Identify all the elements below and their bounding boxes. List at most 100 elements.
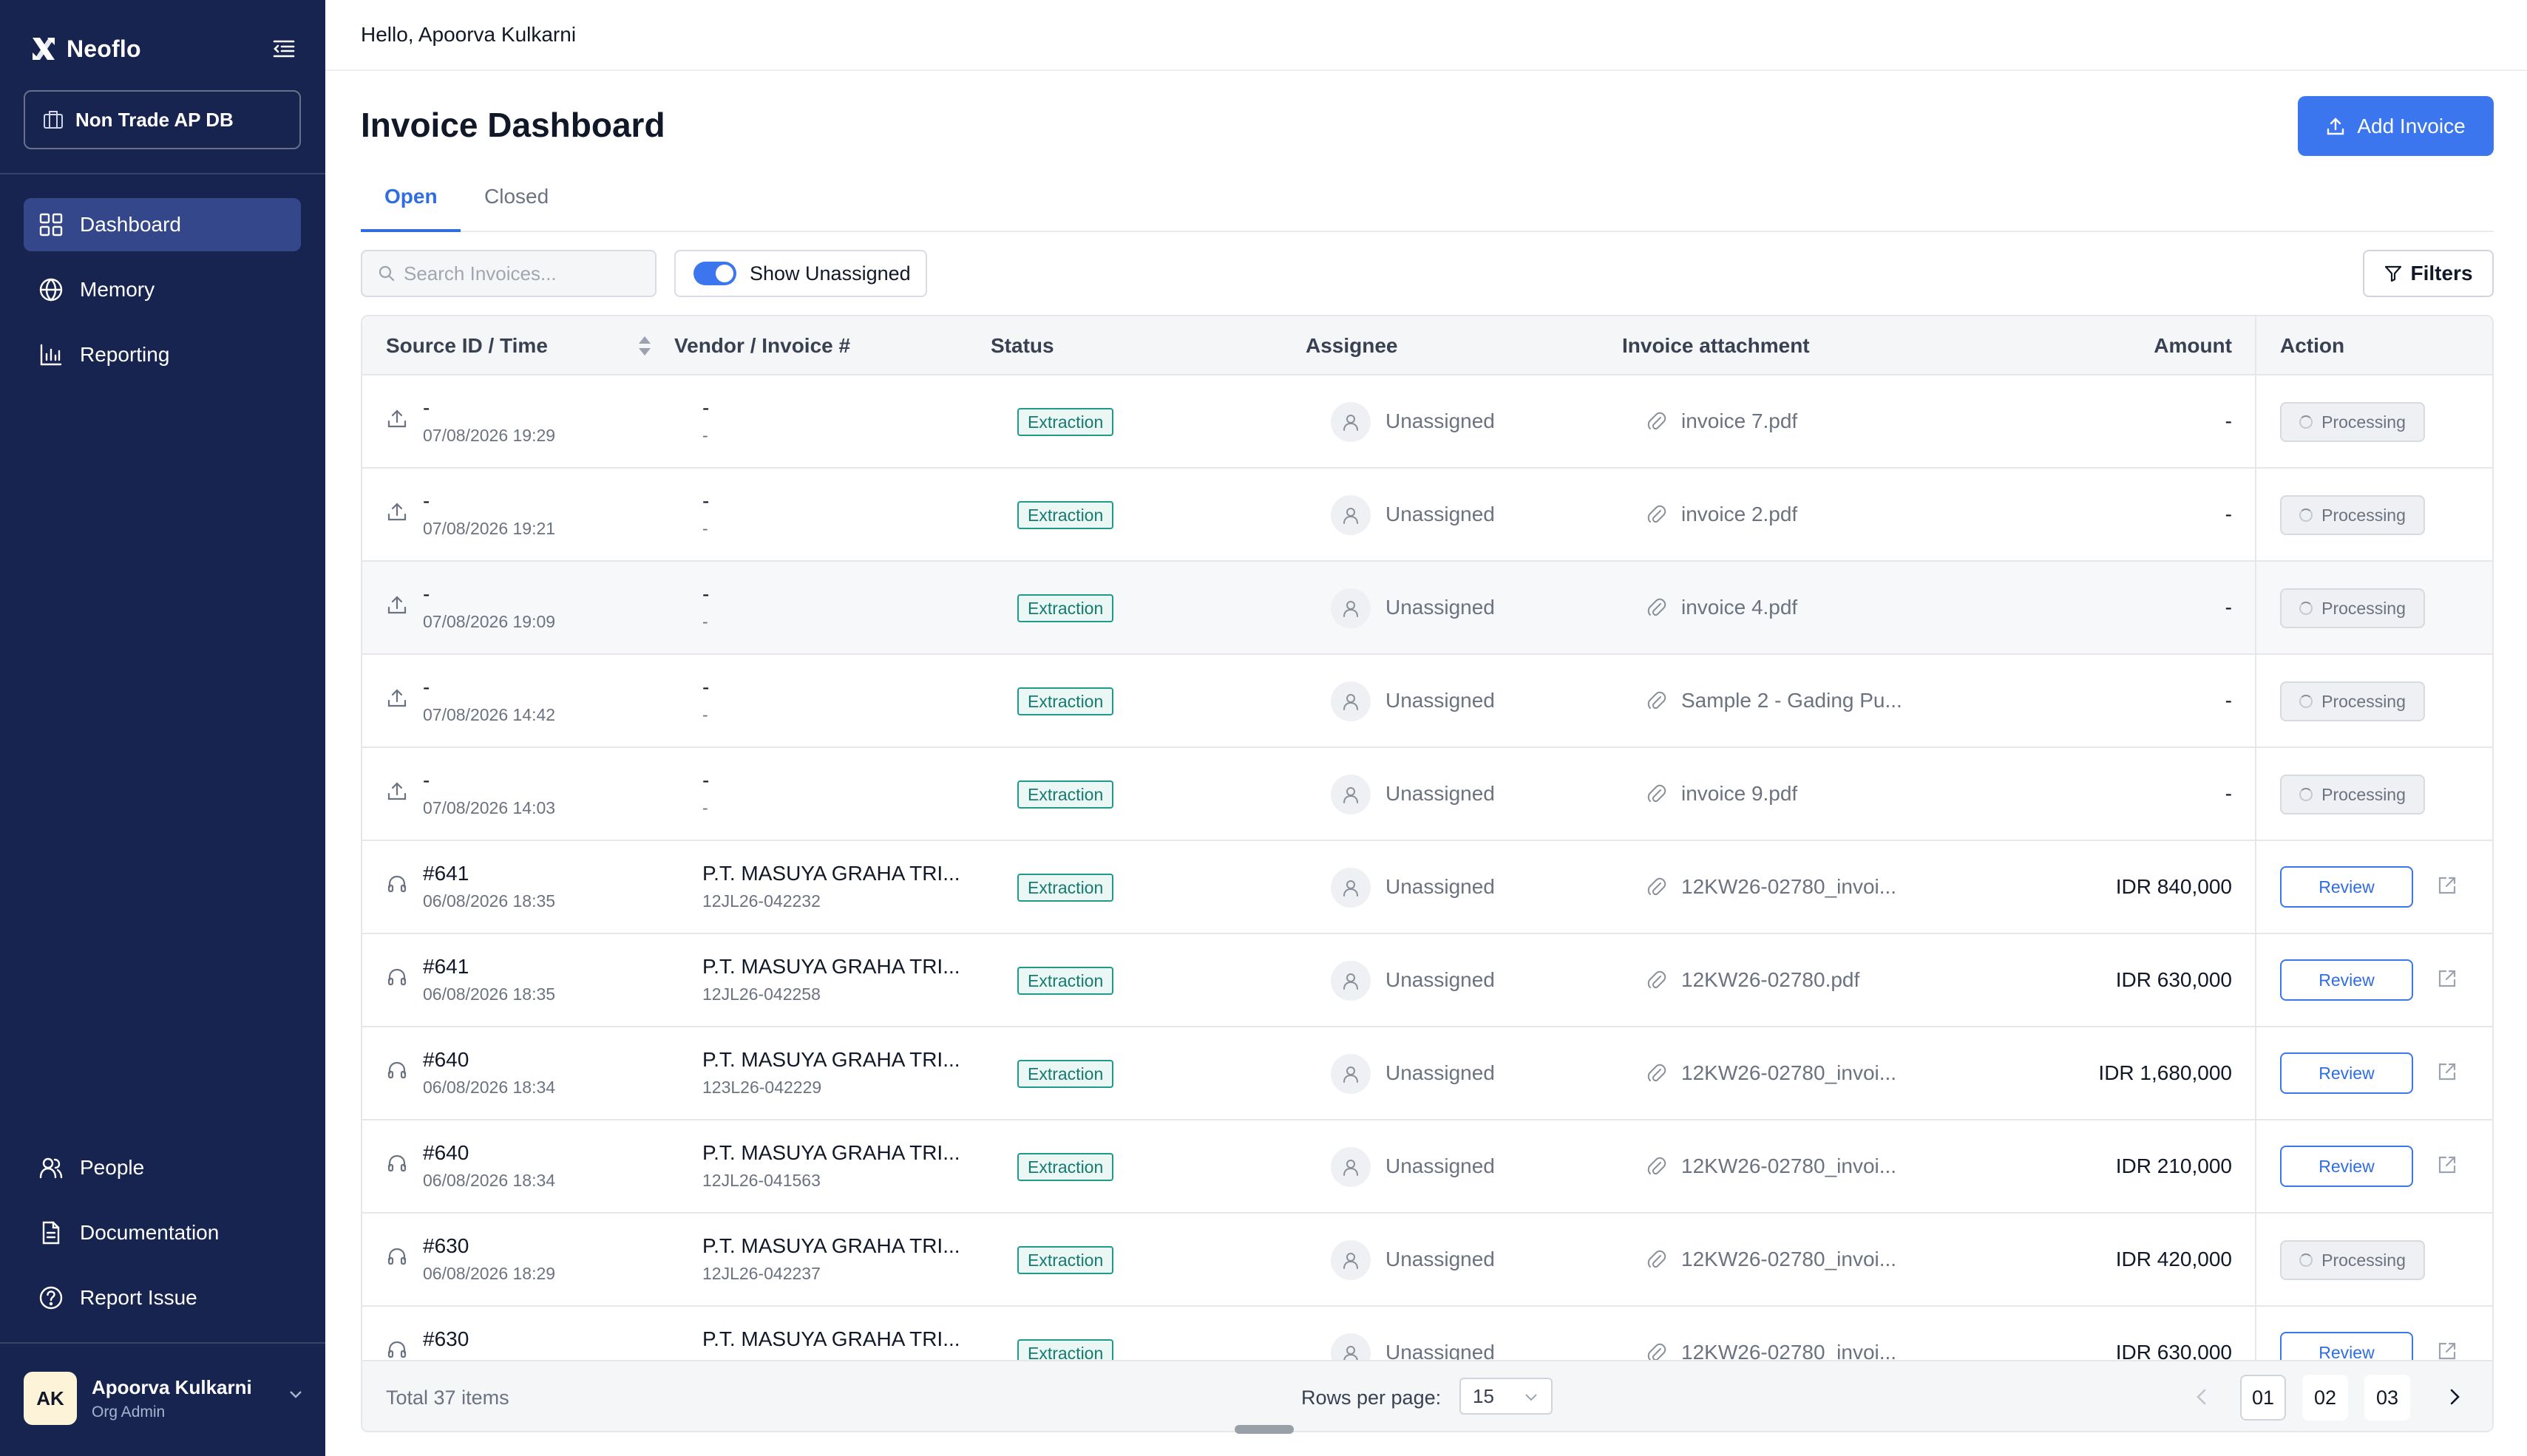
processing-button: Processing <box>2280 495 2425 535</box>
sidebar-divider <box>0 1342 325 1344</box>
nav-documentation[interactable]: Documentation <box>24 1206 301 1259</box>
open-external-button[interactable] <box>2435 1153 2459 1180</box>
brand[interactable]: Neoflo <box>30 33 141 65</box>
assignee-avatar[interactable] <box>1331 402 1371 442</box>
attachment-link[interactable]: Sample 2 - Gading Pu... <box>1681 689 1902 712</box>
table-row[interactable]: - 07/08/2026 19:21 - - Extraction Unassigned i… <box>362 469 2492 562</box>
assignee-avatar[interactable] <box>1331 775 1371 814</box>
user-menu[interactable]: AK Apoorva Kulkarni Org Admin <box>24 1369 305 1428</box>
table-row[interactable]: - 07/08/2026 14:42 - - Extraction Unassigned S… <box>362 655 2492 748</box>
open-external-icon[interactable] <box>2435 1153 2459 1177</box>
nav-label: Reporting <box>80 343 170 366</box>
table-row[interactable]: #640 06/08/2026 18:34 P.T. MASUYA GRAHA TR… <box>362 1120 2492 1214</box>
assignee-avatar[interactable] <box>1331 681 1371 721</box>
assignee-avatar[interactable] <box>1331 1240 1371 1280</box>
review-button[interactable]: Review <box>2280 959 2413 1001</box>
processing-label: Processing <box>2321 691 2406 711</box>
add-invoice-button[interactable]: Add Invoice <box>2298 96 2494 156</box>
attachment-link[interactable]: invoice 2.pdf <box>1681 503 1797 526</box>
attachment-link[interactable]: invoice 7.pdf <box>1681 409 1797 433</box>
column-header-source[interactable]: Source ID / Time <box>386 316 548 375</box>
table-row[interactable]: #641 06/08/2026 18:35 P.T. MASUYA GRAHA TR… <box>362 934 2492 1027</box>
page-button-03[interactable]: 03 <box>2364 1375 2410 1421</box>
nav-reporting[interactable]: Reporting <box>24 328 301 381</box>
attachment-link[interactable]: 12KW26-02780.pdf <box>1681 968 1859 992</box>
assignee-name[interactable]: Unassigned <box>1385 1061 1495 1085</box>
assignee-name[interactable]: Unassigned <box>1385 689 1495 712</box>
assignee-avatar[interactable] <box>1331 1333 1371 1363</box>
spinner-icon <box>2299 1253 2313 1267</box>
rows-per-page-select[interactable]: 15 <box>1459 1378 1553 1415</box>
attachment-link[interactable]: 12KW26-02780_invoi... <box>1681 1061 1896 1085</box>
open-external-icon[interactable] <box>2435 967 2459 990</box>
nav-report-issue[interactable]: Report Issue <box>24 1271 301 1324</box>
assignee-avatar[interactable] <box>1331 1147 1371 1187</box>
invoice-number: - <box>702 612 708 631</box>
assignee-name[interactable]: Unassigned <box>1385 875 1495 899</box>
collapse-sidebar-button[interactable] <box>269 34 299 64</box>
assignee-avatar[interactable] <box>1331 588 1371 628</box>
bar-chart-icon <box>40 344 62 366</box>
open-external-icon[interactable] <box>2435 874 2459 897</box>
attachment-link[interactable]: invoice 9.pdf <box>1681 782 1797 806</box>
open-external-button[interactable] <box>2435 967 2459 994</box>
processing-label: Processing <box>2321 784 2406 804</box>
tab-closed[interactable]: Closed <box>484 185 549 208</box>
toggle-switch[interactable] <box>693 262 736 285</box>
review-button[interactable]: Review <box>2280 1052 2413 1094</box>
paperclip-icon <box>1647 877 1666 896</box>
search-input[interactable] <box>404 262 640 285</box>
open-external-icon[interactable] <box>2435 1060 2459 1084</box>
invoice-number: - <box>702 519 708 538</box>
top-bar: Hello, Apoorva Kulkarni <box>325 0 2527 71</box>
review-button[interactable]: Review <box>2280 1332 2413 1363</box>
assignee-name[interactable]: Unassigned <box>1385 409 1495 433</box>
assignee-avatar[interactable] <box>1331 868 1371 908</box>
assignee-avatar[interactable] <box>1331 1054 1371 1094</box>
prev-page-icon[interactable] <box>2188 1384 2215 1410</box>
scroll-handle[interactable] <box>1235 1425 1294 1434</box>
review-button[interactable]: Review <box>2280 1146 2413 1187</box>
source-time: 07/08/2026 14:03 <box>423 798 556 817</box>
source-id: - <box>423 582 430 605</box>
next-page-icon[interactable] <box>2441 1384 2468 1410</box>
attachment-link[interactable]: invoice 4.pdf <box>1681 596 1797 619</box>
assignee-name[interactable]: Unassigned <box>1385 1248 1495 1271</box>
page-button-02[interactable]: 02 <box>2302 1375 2348 1421</box>
assignee-name[interactable]: Unassigned <box>1385 596 1495 619</box>
page-button-01[interactable]: 01 <box>2240 1375 2286 1421</box>
sort-icon[interactable] <box>636 334 654 358</box>
assignee-name[interactable]: Unassigned <box>1385 968 1495 992</box>
attachment-link[interactable]: 12KW26-02780_invoi... <box>1681 1154 1896 1178</box>
table-row[interactable]: #640 06/08/2026 18:34 P.T. MASUYA GRAHA TR… <box>362 1027 2492 1120</box>
table-row[interactable]: - 07/08/2026 19:09 - - Extraction Unassigned i… <box>362 562 2492 655</box>
table-row[interactable]: #630 06/08/2026 18:29 P.T. MASUYA GRAHA TR… <box>362 1214 2492 1307</box>
table-row[interactable]: - 07/08/2026 14:03 - - Extraction Unassigned i… <box>362 748 2492 841</box>
attachment-link[interactable]: 12KW26-02780_invoi... <box>1681 1248 1896 1271</box>
show-unassigned-toggle[interactable]: Show Unassigned <box>674 250 927 297</box>
table-header: Source ID / Time Vendor / Invoice # Stat… <box>362 316 2492 375</box>
open-external-button[interactable] <box>2435 874 2459 901</box>
review-button[interactable]: Review <box>2280 866 2413 908</box>
nav-dashboard[interactable]: Dashboard <box>24 198 301 251</box>
filters-button[interactable]: Filters <box>2363 250 2494 297</box>
assignee-name[interactable]: Unassigned <box>1385 782 1495 806</box>
assignee-avatar[interactable] <box>1331 495 1371 535</box>
assignee-name[interactable]: Unassigned <box>1385 503 1495 526</box>
search-box[interactable] <box>361 250 657 297</box>
open-external-button[interactable] <box>2435 1060 2459 1087</box>
table-row[interactable]: - 07/08/2026 19:29 - - Extraction Unassigned i… <box>362 375 2492 469</box>
nav-memory[interactable]: Memory <box>24 263 301 316</box>
table-row[interactable]: #630 P.T. MASUYA GRAHA TRI... Extraction Un… <box>362 1307 2492 1363</box>
status-badge: Extraction <box>1017 1153 1114 1181</box>
nav-people[interactable]: People <box>24 1141 301 1194</box>
attachment-link[interactable]: 12KW26-02780_invoi... <box>1681 875 1896 899</box>
status-badge: Extraction <box>1017 1060 1114 1088</box>
sidebar-divider <box>0 173 325 174</box>
tab-open[interactable]: Open <box>384 185 438 208</box>
assignee-avatar[interactable] <box>1331 961 1371 1001</box>
workspace-selector[interactable]: Non Trade AP DB <box>24 90 301 149</box>
assignee-name[interactable]: Unassigned <box>1385 1154 1495 1178</box>
table-row[interactable]: #641 06/08/2026 18:35 P.T. MASUYA GRAHA TR… <box>362 841 2492 934</box>
user-icon <box>1343 508 1358 524</box>
